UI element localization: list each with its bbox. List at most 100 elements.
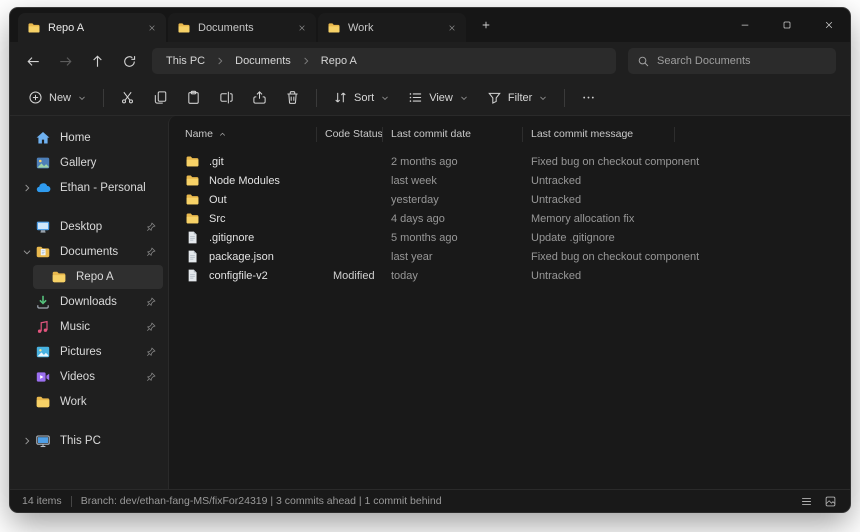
breadcrumb-repo-a[interactable]: Repo A [317, 53, 361, 69]
filter-button[interactable]: Filter [479, 84, 556, 112]
file-name: Src [209, 213, 226, 225]
refresh-icon [122, 54, 137, 69]
sidebar-item-repo-a[interactable]: Repo A [33, 265, 163, 289]
last-commit-message: Untracked [531, 194, 850, 206]
sidebar-gap [17, 201, 163, 215]
column-header-last-commit-date[interactable]: Last commit date [391, 127, 523, 142]
sidebar-gap [17, 415, 163, 429]
file-row-configfile-v2[interactable]: configfile-v2ModifiedtodayUntracked [169, 266, 850, 285]
file-row-src[interactable]: Src4 days agoMemory allocation fix [169, 209, 850, 228]
maximize-button[interactable] [766, 8, 808, 42]
chevron-slot [21, 132, 33, 144]
sidebar-item-ethan-personal[interactable]: Ethan - Personal [17, 176, 163, 200]
desktop-icon [35, 219, 51, 235]
file-icon [185, 249, 200, 264]
details-view-icon [800, 495, 813, 508]
file-icon [185, 230, 200, 245]
file-row-git[interactable]: .git2 months agoFixed bug on checkout co… [169, 152, 850, 171]
column-label: Last commit date [391, 128, 471, 140]
thumbnail-view-button[interactable] [820, 492, 840, 510]
sidebar-item-music[interactable]: Music [17, 315, 163, 339]
sidebar-item-videos[interactable]: Videos [17, 365, 163, 389]
cut-button[interactable] [112, 84, 143, 112]
chevron-slot [37, 271, 49, 283]
chevron-right-icon[interactable] [21, 435, 33, 447]
column-label: Code Status [325, 128, 383, 140]
tab-close-icon[interactable] [447, 23, 457, 33]
share-button[interactable] [244, 84, 275, 112]
chevron-right-icon[interactable] [21, 182, 33, 194]
view-button[interactable]: View [400, 84, 477, 112]
search-box[interactable] [628, 48, 836, 74]
tab-documents[interactable]: Documents [168, 13, 316, 42]
file-row-gitignore[interactable]: .gitignore5 months agoUpdate .gitignore [169, 228, 850, 247]
more-options-button[interactable] [573, 84, 604, 112]
up-button[interactable] [82, 47, 112, 75]
breadcrumb[interactable]: This PC Documents Repo A [152, 48, 616, 74]
breadcrumb-documents[interactable]: Documents [231, 53, 295, 69]
pin-slot [145, 182, 157, 194]
file-row-package-json[interactable]: package.jsonlast yearFixed bug on checko… [169, 247, 850, 266]
breadcrumb-chevron-icon [300, 55, 312, 67]
paste-button[interactable] [178, 84, 209, 112]
forward-button[interactable] [50, 47, 80, 75]
last-commit-message: Fixed bug on checkout component [531, 156, 850, 168]
close-button[interactable] [808, 8, 850, 42]
tab-label: Repo A [48, 22, 140, 34]
sidebar-item-home[interactable]: Home [17, 126, 163, 150]
git-branch-status: Branch: dev/ethan-fang-MS/fixFor24319 | … [81, 495, 442, 507]
sidebar-item-gallery[interactable]: Gallery [17, 151, 163, 175]
sidebar-item-pictures[interactable]: Pictures [17, 340, 163, 364]
navigation-bar: This PC Documents Repo A [10, 42, 850, 80]
sidebar-item-work[interactable]: Work [17, 390, 163, 414]
refresh-button[interactable] [114, 47, 144, 75]
column-header-code-status[interactable]: Code Status [325, 127, 383, 142]
folder-icon [185, 192, 200, 207]
details-view-button[interactable] [796, 492, 816, 510]
minimize-button[interactable] [724, 8, 766, 42]
tab-label: Documents [198, 22, 290, 34]
chevron-down-icon[interactable] [21, 246, 33, 258]
rename-icon [219, 90, 234, 105]
tab-close-icon[interactable] [297, 23, 307, 33]
tab-repo-a[interactable]: Repo A [18, 13, 166, 42]
home-icon [35, 130, 51, 146]
column-header-name[interactable]: Name [185, 127, 317, 142]
tab-close-icon[interactable] [147, 23, 157, 33]
paste-icon [186, 90, 201, 105]
search-input[interactable] [657, 55, 827, 67]
new-tab-button[interactable] [473, 12, 499, 38]
last-commit-date: last year [391, 251, 531, 263]
tabs: Repo A Documents Work [10, 8, 468, 42]
more-icon [581, 90, 596, 105]
folder-icon [185, 211, 200, 226]
sidebar-item-desktop[interactable]: Desktop [17, 215, 163, 239]
file-rows: .git2 months agoFixed bug on checkout co… [169, 152, 850, 285]
breadcrumb-this-pc[interactable]: This PC [162, 53, 209, 69]
new-button[interactable]: New [20, 84, 95, 112]
sidebar-item-this-pc[interactable]: This PC [17, 429, 163, 453]
sidebar-item-label: This PC [60, 435, 145, 447]
last-commit-date: 5 months ago [391, 232, 531, 244]
documents-icon [35, 244, 51, 260]
delete-button[interactable] [277, 84, 308, 112]
folder-icon [27, 21, 41, 35]
copy-button[interactable] [145, 84, 176, 112]
new-icon [28, 90, 43, 105]
rename-button[interactable] [211, 84, 242, 112]
sidebar-item-documents[interactable]: Documents [17, 240, 163, 264]
file-row-node-modules[interactable]: Node Moduleslast weekUntracked [169, 171, 850, 190]
status-separator [71, 496, 72, 507]
column-header-last-commit-message[interactable]: Last commit message [531, 127, 675, 142]
file-icon [185, 268, 200, 283]
sort-button[interactable]: Sort [325, 84, 398, 112]
sidebar-item-downloads[interactable]: Downloads [17, 290, 163, 314]
thumbnail-view-icon [824, 495, 837, 508]
close-icon [823, 19, 835, 31]
share-icon [252, 90, 267, 105]
chevron-down-icon [538, 93, 548, 103]
file-row-out[interactable]: OutyesterdayUntracked [169, 190, 850, 209]
back-button[interactable] [18, 47, 48, 75]
tab-work[interactable]: Work [318, 13, 466, 42]
last-commit-message: Untracked [531, 175, 850, 187]
